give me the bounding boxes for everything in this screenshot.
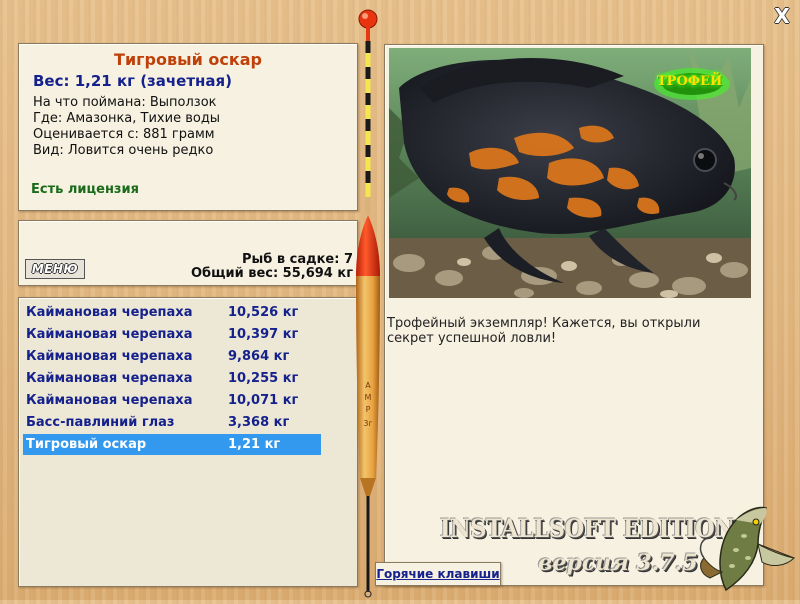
- edition-label: INSTALLSOFT EDITION: [440, 514, 735, 543]
- list-item-weight: 1,21 кг: [228, 437, 281, 452]
- list-item-weight: 10,255 кг: [228, 371, 299, 386]
- stats-panel: МЕНЮ Рыб в садке: 7 Общий вес: 55,694 кг: [18, 220, 358, 286]
- list-item-selected[interactable]: Тигровый оскар 1,21 кг: [23, 434, 321, 455]
- close-button[interactable]: X: [772, 6, 792, 26]
- svg-text:Р: Р: [366, 405, 371, 414]
- list-item-name: Басс-павлиний глаз: [26, 415, 175, 430]
- catch-list: Каймановая черепаха 10,526 кг Каймановая…: [18, 297, 358, 587]
- list-item-name: Каймановая черепаха: [26, 327, 193, 342]
- price-info: Оценивается с: 881 грамм: [33, 127, 215, 142]
- list-item-weight: 10,526 кг: [228, 305, 299, 320]
- svg-text:3г: 3г: [363, 419, 372, 428]
- list-item-name: Тигровый оскар: [26, 437, 147, 452]
- fish-description: Трофейный экземпляр! Кажется, вы открыли…: [387, 316, 701, 346]
- list-item[interactable]: Каймановая черепаха 10,071 кг: [23, 390, 321, 411]
- hotkeys-button[interactable]: Горячие клавиши: [375, 562, 501, 586]
- license-status: Есть лицензия: [31, 182, 139, 197]
- list-item-weight: 10,397 кг: [228, 327, 299, 342]
- fish-name-title: Тигровый оскар: [114, 50, 262, 69]
- fish-weight: Вес: 1,21 кг (зачетная): [33, 72, 233, 90]
- version-label: версия 3.7.5: [538, 550, 698, 576]
- float-bobber-icon: А М Р 3г: [354, 8, 384, 600]
- bait-info: На что поймана: Выползок: [33, 95, 217, 110]
- list-item[interactable]: Каймановая черепаха 10,397 кг: [23, 324, 321, 345]
- menu-button[interactable]: МЕНЮ: [25, 259, 85, 279]
- trophy-badge: ТРОФЕЙ: [657, 74, 723, 89]
- rarity-info: Вид: Ловится очень редко: [33, 143, 214, 158]
- list-item-name: Каймановая черепаха: [26, 305, 193, 320]
- list-item-name: Каймановая черепаха: [26, 349, 193, 364]
- svg-text:М: М: [365, 393, 372, 402]
- list-item-weight: 9,864 кг: [228, 349, 290, 364]
- fish-photo: ТРОФЕЙ: [389, 48, 751, 298]
- fish-info-panel: Тигровый оскар Вес: 1,21 кг (зачетная) Н…: [18, 43, 358, 211]
- list-item-name: Каймановая черепаха: [26, 393, 193, 408]
- pike-fish-logo-icon: [696, 500, 796, 596]
- list-item[interactable]: Каймановая черепаха 9,864 кг: [23, 346, 321, 367]
- list-item-name: Каймановая черепаха: [26, 371, 193, 386]
- list-item-weight: 10,071 кг: [228, 393, 299, 408]
- list-item[interactable]: Каймановая черепаха 10,255 кг: [23, 368, 321, 389]
- fish-count: Рыб в садке: 7: [241, 252, 353, 267]
- list-item[interactable]: Басс-павлиний глаз 3,368 кг: [23, 412, 321, 433]
- location-info: Где: Амазонка, Тихие воды: [33, 111, 221, 126]
- total-weight: Общий вес: 55,694 кг: [190, 266, 353, 281]
- list-item-weight: 3,368 кг: [228, 415, 290, 430]
- svg-text:А: А: [365, 381, 371, 390]
- list-item[interactable]: Каймановая черепаха 10,526 кг: [23, 302, 321, 323]
